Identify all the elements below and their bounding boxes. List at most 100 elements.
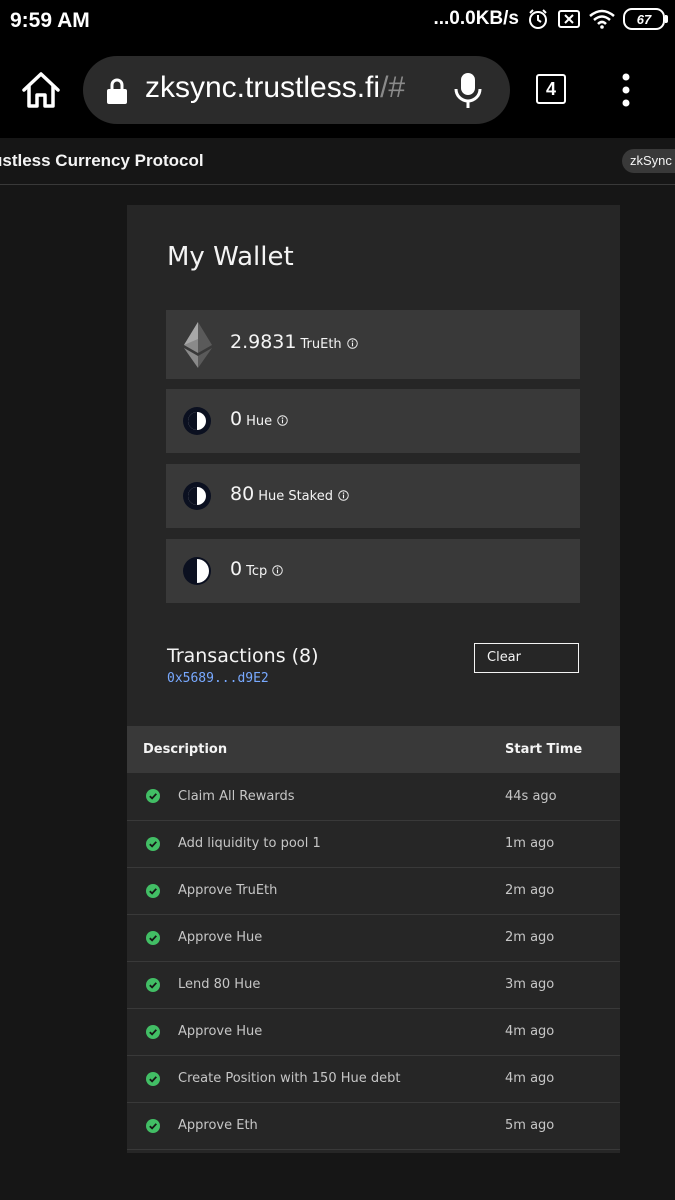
browser-toolbar: zksync.trustless.fi/# 4: [0, 42, 675, 138]
transactions-title: Transactions (8): [167, 645, 319, 667]
success-check-icon: [146, 883, 160, 898]
transaction-description: Create Position with 150 Hue debt: [178, 1071, 401, 1086]
transaction-start-time: 44s ago: [505, 773, 620, 821]
table-row: Approve Hue 4m ago: [127, 1008, 620, 1056]
token-row-trueth: 2.9831 TruEth: [166, 310, 580, 379]
success-check-icon: [146, 1071, 160, 1086]
success-check-icon: [146, 1024, 160, 1039]
status-time: 9:59 AM: [10, 9, 90, 32]
success-check-icon: [146, 1118, 160, 1133]
description-cell: Create Position with 150 Hue debt: [127, 1055, 505, 1103]
transaction-start-time: 4m ago: [505, 1055, 620, 1103]
table-row: Approve TruEth 2m ago: [127, 867, 620, 915]
battery-icon: 67: [623, 8, 668, 30]
info-icon[interactable]: [338, 490, 349, 501]
eth-icon: [184, 322, 212, 368]
network-tag[interactable]: zkSync T: [622, 149, 675, 173]
transactions-table: Description Start Time Claim All Rewards…: [127, 726, 620, 1150]
transaction-start-time: 4m ago: [505, 1008, 620, 1056]
description-cell: Claim All Rewards: [127, 773, 505, 821]
description-wrap: Approve TruEth: [146, 883, 505, 898]
url-domain: zksync.trustless.fi: [145, 71, 381, 104]
token-row-hue: 0 Hue: [166, 389, 580, 453]
column-header-start-time: Start Time: [505, 742, 583, 757]
description-cell: Add liquidity to pool 1: [127, 820, 505, 868]
table-row: Lend 80 Hue 3m ago: [127, 961, 620, 1009]
network-speed: ...0.0KB/s: [433, 8, 519, 29]
transaction-description: Add liquidity to pool 1: [178, 836, 321, 851]
success-check-icon: [146, 977, 160, 992]
token-unit: Hue Staked: [258, 489, 333, 504]
lock-icon: [107, 78, 127, 104]
table-row: Approve Eth 5m ago: [127, 1102, 620, 1150]
token-amount: 0: [230, 408, 243, 430]
success-check-icon: [146, 836, 160, 851]
description-wrap: Lend 80 Hue: [146, 977, 505, 992]
transaction-start-time: 3m ago: [505, 961, 620, 1009]
token-amount: 2.9831: [230, 331, 297, 353]
token-value: 0 Tcp: [230, 558, 283, 580]
transaction-description: Approve Hue: [178, 1024, 263, 1039]
wifi-icon: [589, 9, 615, 29]
description-cell: Lend 80 Hue: [127, 961, 505, 1009]
sim-off-icon: [558, 10, 580, 28]
more-menu-icon[interactable]: [614, 72, 638, 108]
wallet-address-link[interactable]: 0x5689...d9E2: [167, 671, 269, 686]
status-indicators: ...0.0KB/s 67: [433, 8, 668, 30]
description-wrap: Approve Eth: [146, 1118, 505, 1133]
app-header: ustless Currency Protocol zkSync T: [0, 138, 675, 185]
token-value: 2.9831 TruEth: [230, 331, 358, 353]
token-row-tcp: 0 Tcp: [166, 539, 580, 603]
transaction-description: Approve TruEth: [178, 883, 278, 898]
table-row: Approve Hue 2m ago: [127, 914, 620, 962]
description-wrap: Create Position with 150 Hue debt: [146, 1071, 505, 1086]
address-bar[interactable]: zksync.trustless.fi/#: [83, 56, 510, 124]
info-icon[interactable]: [272, 565, 283, 576]
url-path: /#: [380, 71, 406, 104]
table-header-row: Description Start Time: [127, 726, 620, 773]
transaction-start-time: 2m ago: [505, 867, 620, 915]
tcp-icon: [183, 557, 211, 585]
description-cell: Approve Hue: [127, 914, 505, 962]
description-wrap: Approve Hue: [146, 930, 505, 945]
description-cell: Approve Eth: [127, 1102, 505, 1150]
description-cell: Approve TruEth: [127, 867, 505, 915]
transaction-description: Approve Eth: [178, 1118, 258, 1133]
url-text[interactable]: zksync.trustless.fi/#: [145, 71, 405, 105]
table-row: Add liquidity to pool 1 1m ago: [127, 820, 620, 868]
hue-icon: [183, 407, 211, 435]
token-amount: 0: [230, 558, 243, 580]
transaction-start-time: 1m ago: [505, 820, 620, 868]
transaction-description: Approve Hue: [178, 930, 263, 945]
clear-button[interactable]: Clear: [474, 643, 579, 673]
description-wrap: Approve Hue: [146, 1024, 505, 1039]
tab-switcher-button[interactable]: 4: [536, 74, 566, 104]
wallet-title: My Wallet: [167, 242, 294, 272]
token-value: 0 Hue: [230, 408, 288, 430]
transaction-description: Claim All Rewards: [178, 788, 295, 804]
table-row: Create Position with 150 Hue debt 4m ago: [127, 1055, 620, 1103]
token-unit: Hue: [246, 414, 273, 429]
mic-icon[interactable]: [453, 72, 483, 110]
wallet-panel: My Wallet 2.9831 TruEth 0 Hue 80 Hue Sta…: [127, 205, 620, 1153]
success-check-icon: [146, 930, 160, 945]
alarm-icon: [529, 9, 547, 29]
table-row: Claim All Rewards 44s ago: [127, 773, 620, 821]
token-row-hue-staked: 80 Hue Staked: [166, 464, 580, 528]
info-icon[interactable]: [346, 338, 358, 349]
status-bar: 9:59 AM ...0.0KB/s 67: [0, 0, 675, 42]
token-amount: 80: [230, 483, 255, 505]
home-icon[interactable]: [20, 70, 62, 110]
app-title[interactable]: ustless Currency Protocol: [0, 151, 204, 171]
description-cell: Approve Hue: [127, 1008, 505, 1056]
transactions-table-body: Claim All Rewards 44s ago Add liquidity to…: [127, 773, 620, 1150]
description-wrap: Claim All Rewards: [146, 789, 505, 804]
transaction-description: Lend 80 Hue: [178, 977, 261, 992]
token-unit: TruEth: [300, 337, 342, 352]
info-icon[interactable]: [277, 415, 288, 426]
description-wrap: Add liquidity to pool 1: [146, 836, 505, 851]
transaction-start-time: 2m ago: [505, 914, 620, 962]
success-check-icon: [146, 789, 160, 804]
token-unit: Tcp: [246, 564, 268, 579]
column-header-description: Description: [143, 742, 228, 757]
